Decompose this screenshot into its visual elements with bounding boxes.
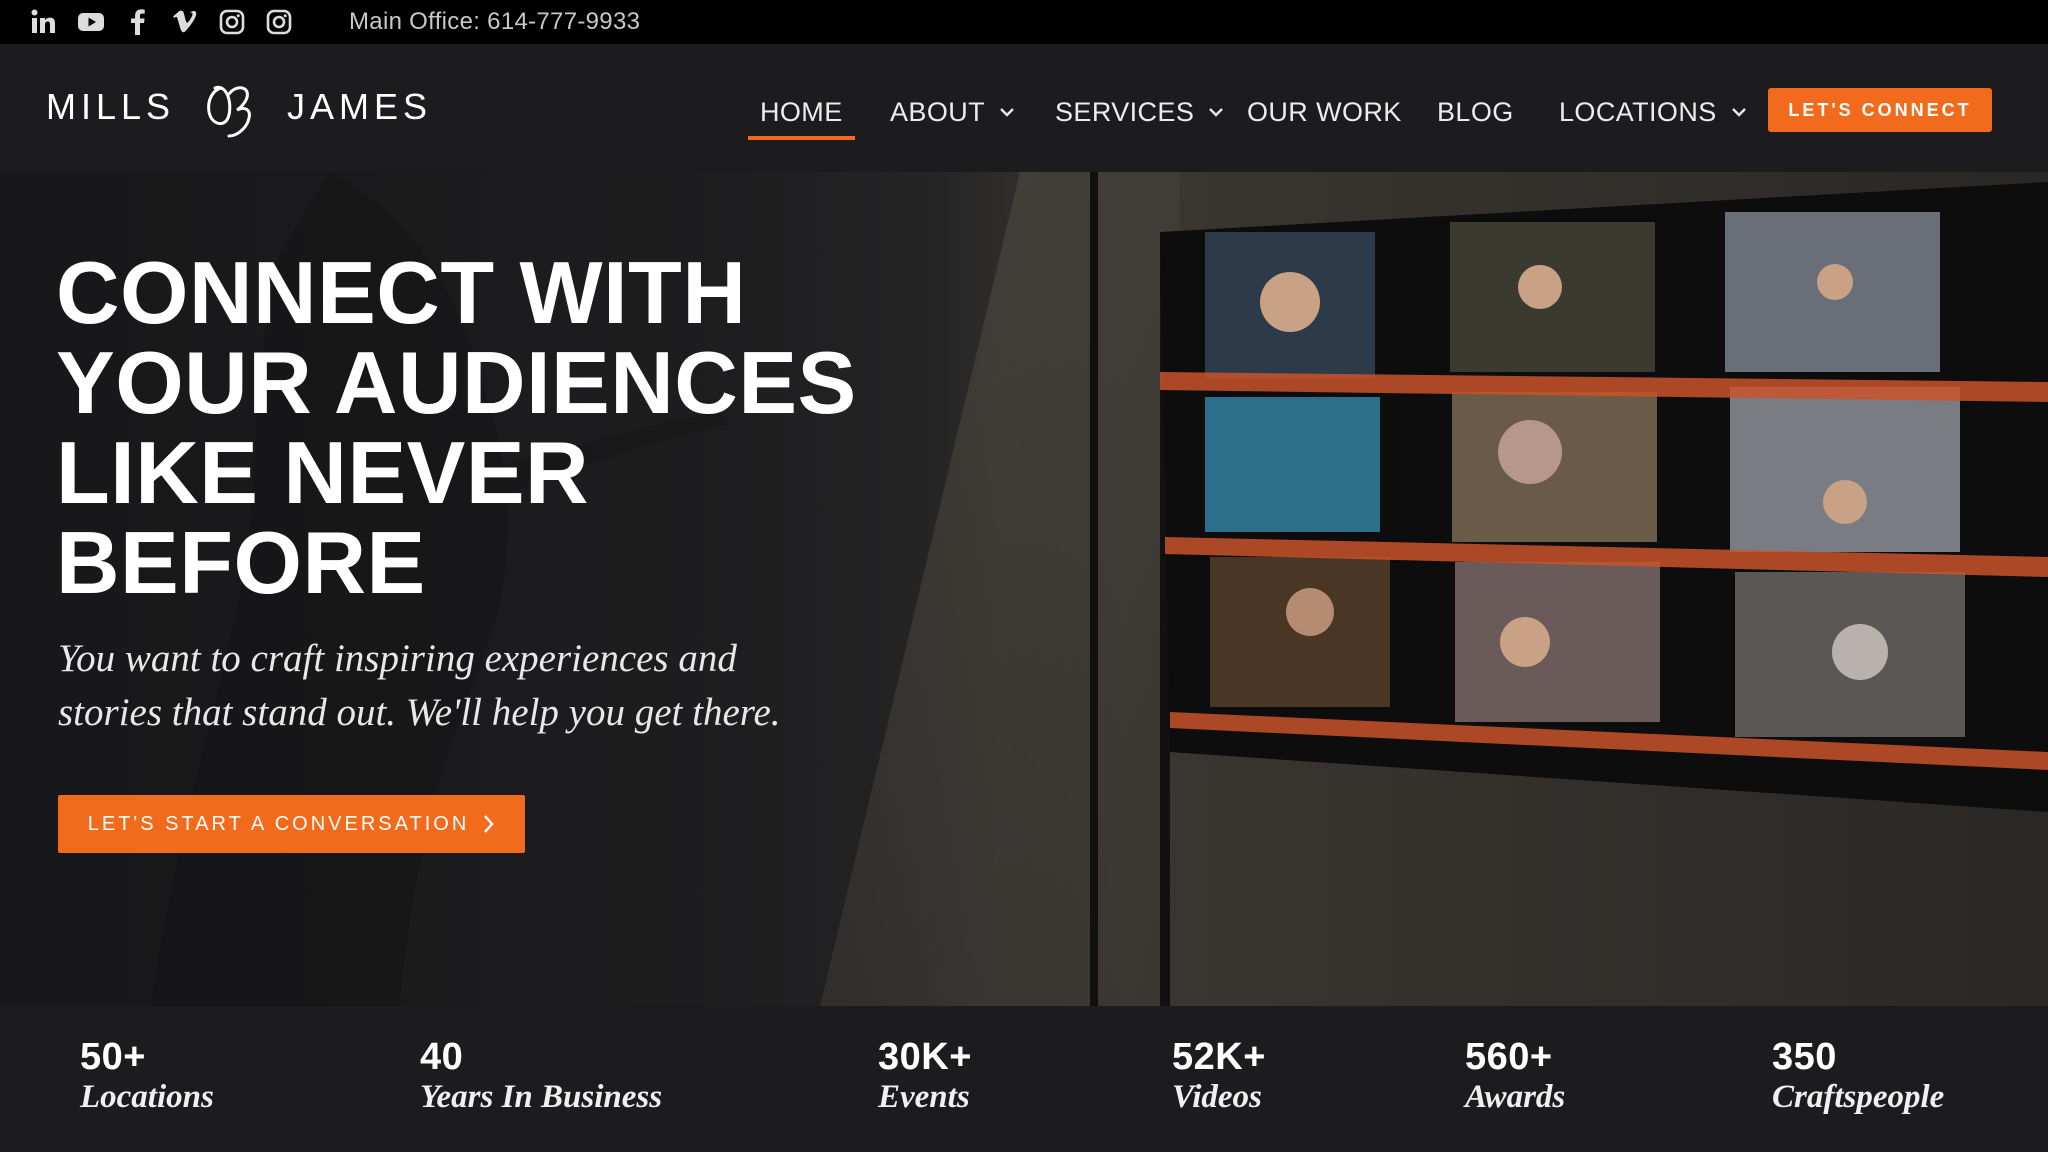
nav-services[interactable]: SERVICES: [1055, 92, 1224, 132]
stat-value: 30K+: [878, 1036, 972, 1078]
stat-label: Locations: [80, 1079, 214, 1115]
stat-value: 350: [1772, 1036, 1837, 1078]
stat-item: 560+ Awards: [1465, 1036, 1565, 1116]
vimeo-icon[interactable]: [171, 8, 199, 36]
start-conversation-button[interactable]: LET'S START A CONVERSATION: [58, 795, 525, 853]
nav-home[interactable]: HOME: [748, 92, 855, 140]
nav-about-label: ABOUT: [890, 96, 986, 127]
hero-subtitle-line: stories that stand out. We'll help you g…: [58, 691, 781, 734]
nav-locations[interactable]: LOCATIONS: [1559, 92, 1747, 132]
social-links: [30, 8, 293, 36]
nav-services-label: SERVICES: [1055, 96, 1195, 127]
instagram-icon[interactable]: [265, 8, 293, 36]
stat-item: 350 Craftspeople: [1772, 1036, 1944, 1116]
stat-item: 40 Years In Business: [420, 1036, 662, 1116]
instagram-icon[interactable]: [218, 8, 246, 36]
stat-value: 40: [420, 1036, 464, 1078]
linkedin-icon[interactable]: [30, 8, 58, 36]
stat-label: Awards: [1465, 1079, 1566, 1115]
chevron-down-icon: [1000, 108, 1014, 117]
hero-title-line: BEFORE: [56, 513, 426, 612]
site-header: MILLS JAMES HOME ABOUT SERVICES OUR WORK…: [0, 44, 2048, 172]
stat-value: 50+: [80, 1036, 146, 1078]
stat-label: Craftspeople: [1772, 1079, 1945, 1115]
nav-our-work[interactable]: OUR WORK: [1247, 92, 1402, 132]
hero-section: CONNECT WITH YOUR AUDIENCES LIKE NEVER B…: [0, 172, 2048, 1006]
youtube-icon[interactable]: [77, 8, 105, 36]
stat-label: Years In Business: [420, 1079, 663, 1115]
nav-blog[interactable]: BLOG: [1437, 92, 1514, 132]
main-navigation: HOME ABOUT SERVICES OUR WORK BLOG LOCATI…: [0, 44, 2048, 172]
hero-title-line: CONNECT WITH: [56, 243, 747, 342]
stat-label: Events: [878, 1079, 970, 1115]
chevron-down-icon: [1731, 108, 1746, 117]
nav-locations-label: LOCATIONS: [1559, 96, 1717, 127]
stat-item: 50+ Locations: [80, 1036, 214, 1116]
stat-value: 52K+: [1172, 1036, 1266, 1078]
top-utility-bar: Main Office: 614-777-9933: [0, 0, 2048, 44]
stat-item: 30K+ Events: [878, 1036, 972, 1116]
hero-subtitle: You want to craft inspiring experiences …: [58, 632, 878, 740]
main-office-phone[interactable]: Main Office: 614-777-9933: [349, 8, 640, 36]
stat-item: 52K+ Videos: [1172, 1036, 1266, 1116]
hero-title-line: YOUR AUDIENCES: [56, 333, 857, 432]
nav-about[interactable]: ABOUT: [890, 92, 1015, 132]
stats-bar: 50+ Locations 40 Years In Business 30K+ …: [0, 1006, 2048, 1152]
stat-value: 560+: [1465, 1036, 1553, 1078]
hero-title: CONNECT WITH YOUR AUDIENCES LIKE NEVER B…: [56, 248, 956, 608]
chevron-down-icon: [1209, 108, 1224, 117]
stat-label: Videos: [1172, 1079, 1262, 1115]
facebook-icon[interactable]: [124, 8, 152, 36]
hero-subtitle-line: You want to craft inspiring experiences …: [58, 637, 737, 680]
start-conversation-label: LET'S START A CONVERSATION: [87, 812, 470, 835]
chevron-right-icon: [484, 815, 494, 833]
hero-title-line: LIKE NEVER: [56, 423, 590, 522]
lets-connect-button[interactable]: LET'S CONNECT: [1768, 88, 1992, 132]
